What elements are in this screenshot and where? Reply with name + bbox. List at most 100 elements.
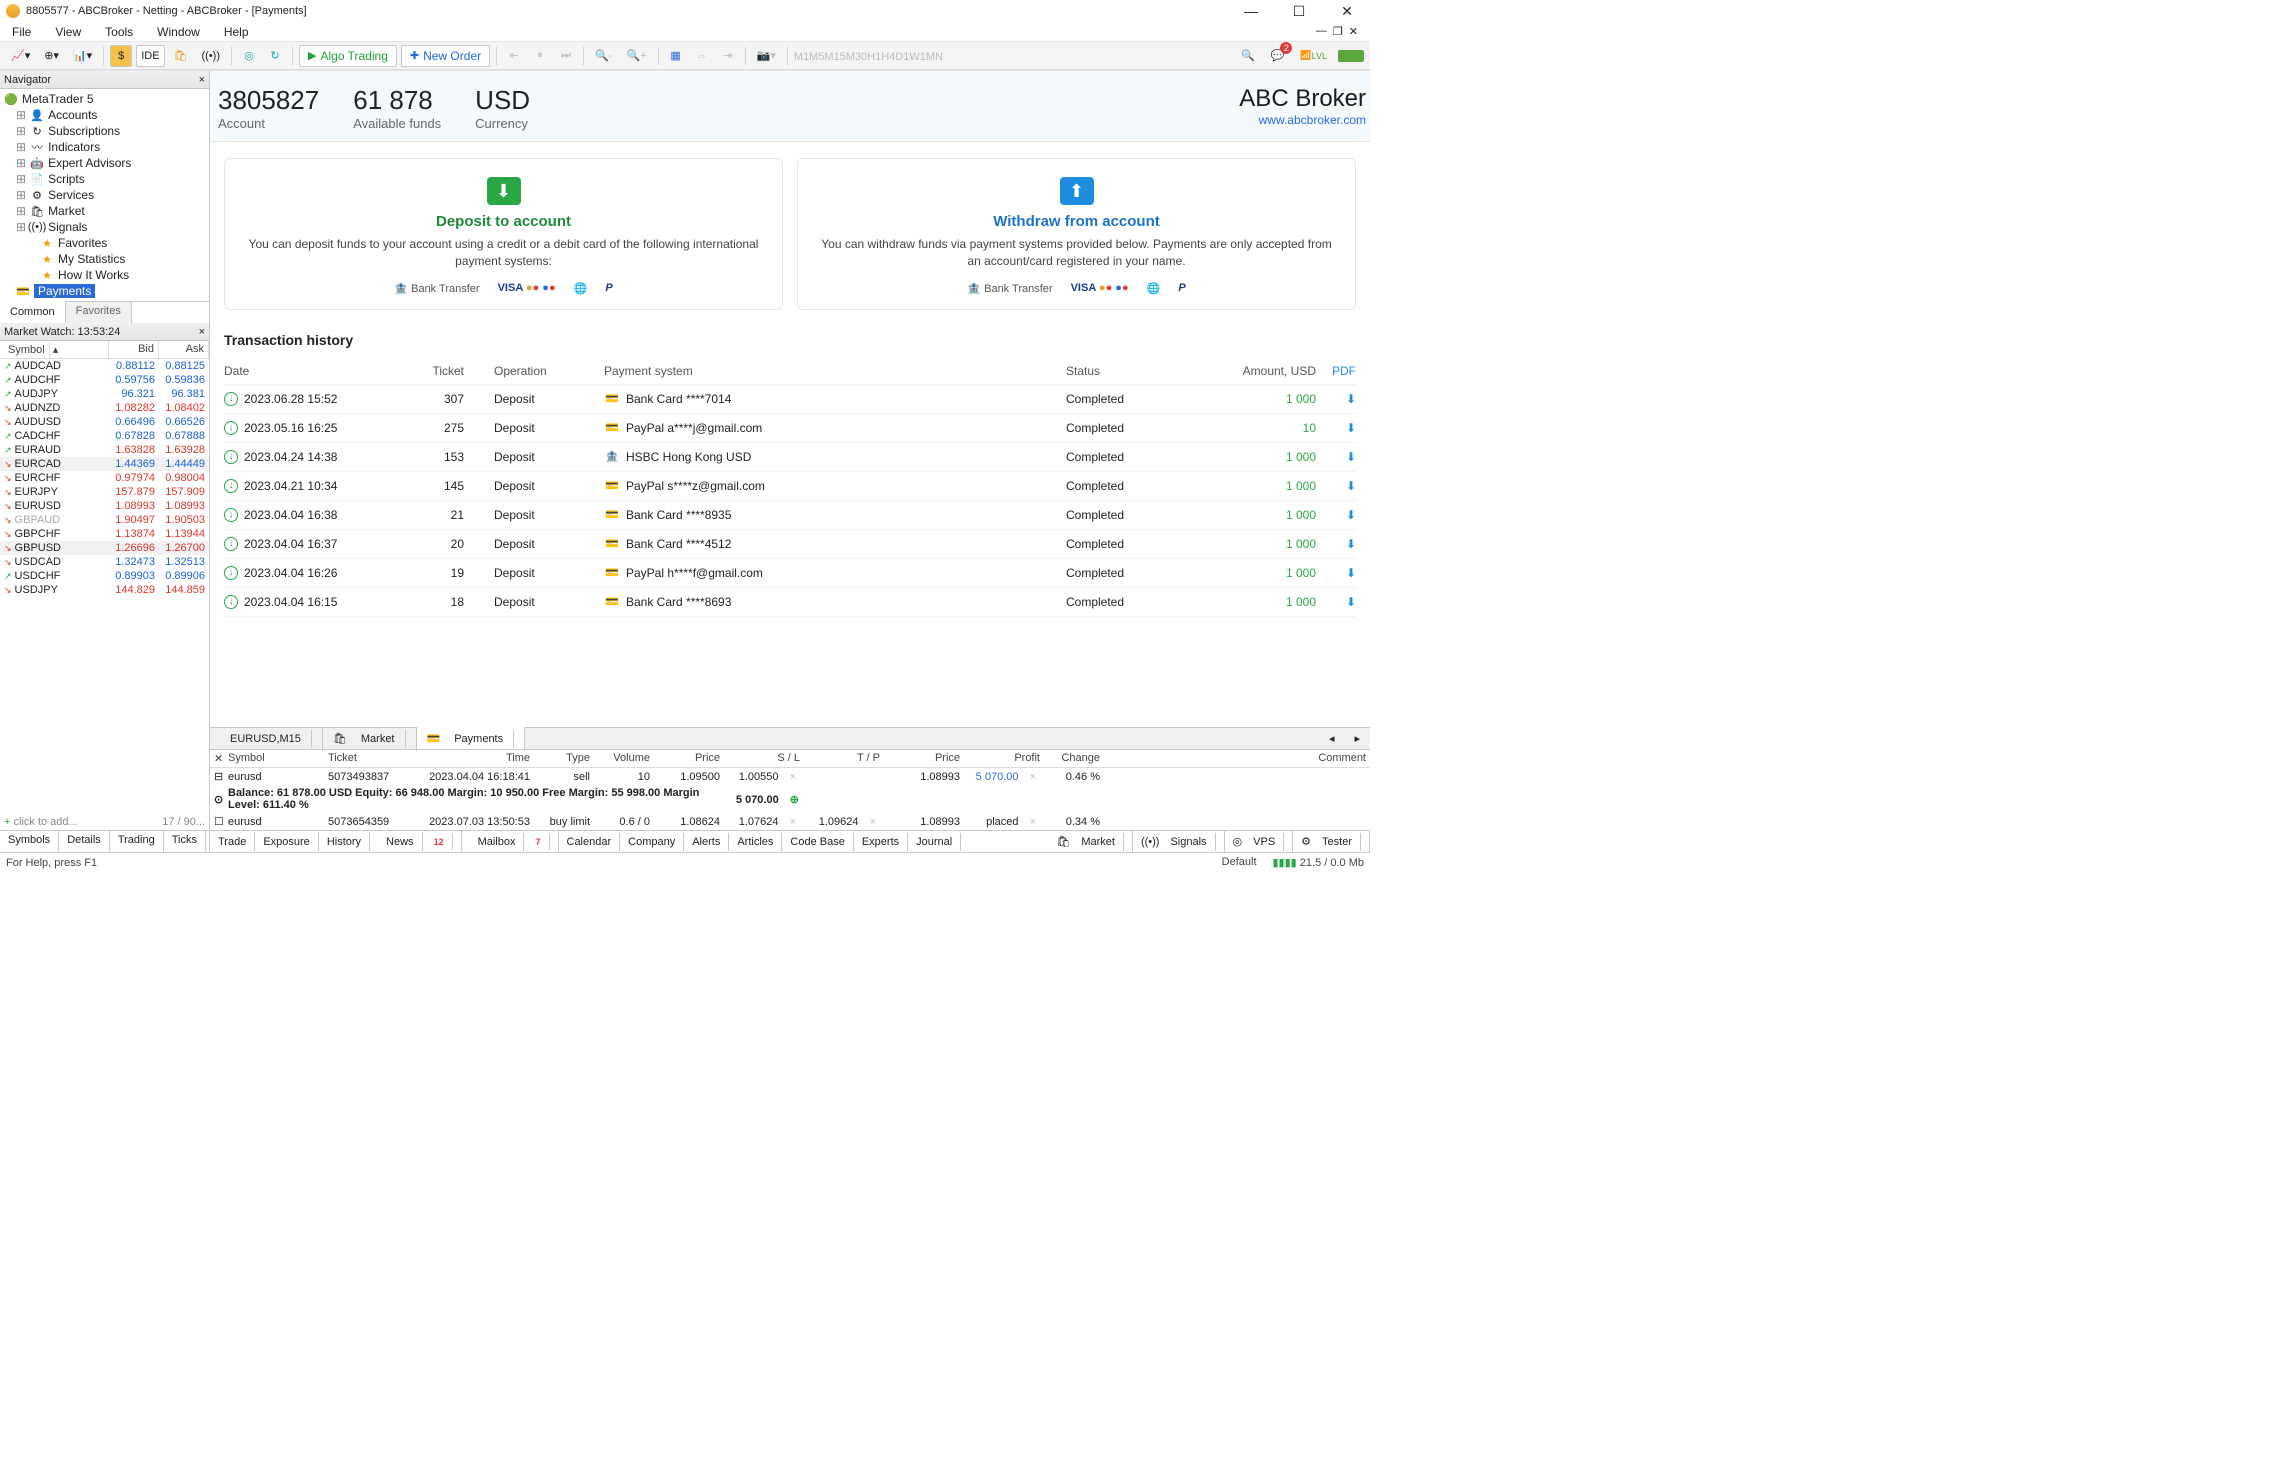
ide-button[interactable]: IDE: [136, 45, 164, 67]
shift-end-icon[interactable]: ⇥: [717, 45, 739, 67]
tab-experts[interactable]: Experts: [854, 833, 908, 851]
history-row[interactable]: ↓ 2023.04.21 10:34145Deposit💳 PayPal s**…: [224, 472, 1356, 501]
history-row[interactable]: ↓ 2023.04.04 16:3720Deposit💳 Bank Card *…: [224, 530, 1356, 559]
mw-row-USDCAD[interactable]: ↘ USDCAD1.324731.32513: [0, 555, 209, 569]
history-row[interactable]: ↓ 2023.04.04 16:3821Deposit💳 Bank Card *…: [224, 501, 1356, 530]
mw-row-EURCAD[interactable]: ↘ EURCAD1.443691.44449: [0, 457, 209, 471]
timeframe-M30[interactable]: M30: [846, 51, 867, 63]
history-row[interactable]: ↓ 2023.04.04 16:1518Deposit💳 Bank Card *…: [224, 588, 1356, 617]
tab-exposure[interactable]: Exposure: [255, 833, 318, 851]
add-symbol[interactable]: click to add...: [14, 816, 78, 828]
deposit-card[interactable]: ⬇ Deposit to account You can deposit fun…: [224, 158, 783, 310]
close-button[interactable]: ✕: [1330, 3, 1364, 20]
tab-signals-r[interactable]: ((•)) Signals: [1133, 830, 1225, 853]
timeframe-H1[interactable]: H1: [867, 51, 881, 63]
vps-icon[interactable]: ◎: [238, 45, 260, 67]
tab-eurusd-chart[interactable]: EURUSD,M15: [210, 727, 323, 751]
zoom-in-icon[interactable]: 🔍+: [621, 45, 651, 67]
mdi-close-icon[interactable]: ✕: [1349, 25, 1358, 38]
pause-icon[interactable]: ⏸: [529, 45, 551, 67]
tile-icon[interactable]: ▦: [665, 45, 687, 67]
tab-trade[interactable]: Trade: [210, 833, 255, 851]
tab-common[interactable]: Common: [0, 301, 66, 323]
timeframe-M1[interactable]: M1: [794, 51, 809, 63]
mw-row-AUDCHF[interactable]: ↗ AUDCHF0.597560.59836: [0, 373, 209, 387]
nav-expert-advisors[interactable]: ⊞ 🤖Expert Advisors: [0, 155, 209, 171]
nav-signals[interactable]: ⊞ ((•))Signals: [0, 219, 209, 235]
timeframe-H4[interactable]: H4: [881, 51, 895, 63]
tab-mailbox[interactable]: Mailbox 7: [462, 830, 559, 853]
nav-market[interactable]: ⊞ 🛍Market: [0, 203, 209, 219]
history-row[interactable]: ↓ 2023.05.16 16:25275Deposit💳 PayPal a**…: [224, 414, 1356, 443]
tab-ticks[interactable]: Ticks: [164, 831, 206, 852]
nav-signals-favorites[interactable]: ★Favorites: [0, 235, 209, 251]
status-profile[interactable]: Default: [1222, 856, 1257, 869]
nav-services[interactable]: ⊞ ⚙Services: [0, 187, 209, 203]
zoom-out-icon[interactable]: 🔍-: [590, 45, 617, 67]
tab-payments[interactable]: 💳 Payments: [417, 727, 526, 751]
bars-icon[interactable]: 📊▾: [68, 45, 97, 67]
tab-alerts[interactable]: Alerts: [684, 833, 729, 851]
tab-journal[interactable]: Journal: [908, 833, 961, 851]
notifications-icon[interactable]: 💬2: [1266, 45, 1290, 67]
tab-tester-r[interactable]: ⚙ Tester: [1293, 830, 1370, 853]
mw-row-GBPCHF[interactable]: ↘ GBPCHF1.138741.13944: [0, 527, 209, 541]
nav-signals-how-it-works[interactable]: ★How It Works: [0, 267, 209, 283]
menu-file[interactable]: File: [12, 25, 31, 39]
dollar-icon[interactable]: $: [110, 45, 132, 67]
history-row[interactable]: ↓ 2023.06.28 15:52307Deposit💳 Bank Card …: [224, 385, 1356, 414]
camera-icon[interactable]: 📷▾: [752, 45, 781, 67]
timeframe-D1[interactable]: D1: [895, 51, 909, 63]
mw-row-AUDUSD[interactable]: ↘ AUDUSD0.664960.66526: [0, 415, 209, 429]
tab-articles[interactable]: Articles: [729, 833, 782, 851]
maximize-button[interactable]: ☐: [1282, 3, 1316, 20]
nav-scripts[interactable]: ⊞ 📄Scripts: [0, 171, 209, 187]
mw-row-EURCHF[interactable]: ↘ EURCHF0.979740.98004: [0, 471, 209, 485]
mw-row-EURAUD[interactable]: ↗ EURAUD1.638281.63928: [0, 443, 209, 457]
tab-market-r[interactable]: 🛍 Market: [1048, 830, 1133, 853]
mw-row-AUDCAD[interactable]: ↗ AUDCAD0.881120.88125: [0, 359, 209, 373]
menu-view[interactable]: View: [55, 25, 81, 39]
menu-help[interactable]: Help: [224, 25, 249, 39]
signals-icon[interactable]: ((•)): [197, 45, 226, 67]
pdf-download-icon[interactable]: ⬇: [1316, 566, 1356, 580]
nav-accounts[interactable]: ⊞ 👤Accounts: [0, 107, 209, 123]
step-icon[interactable]: ⏭: [555, 45, 577, 67]
tab-symbols[interactable]: Symbols: [0, 831, 59, 852]
mdi-minimize-icon[interactable]: —: [1316, 25, 1327, 38]
tab-details[interactable]: Details: [59, 831, 110, 852]
timeframe-M15[interactable]: M15: [824, 51, 845, 63]
mdi-restore-icon[interactable]: ❐: [1333, 25, 1343, 38]
pdf-download-icon[interactable]: ⬇: [1316, 392, 1356, 406]
mw-row-GBPAUD[interactable]: ↘ GBPAUD1.904971.90503: [0, 513, 209, 527]
new-order-button[interactable]: ✚ New Order: [401, 45, 490, 67]
mw-row-USDJPY[interactable]: ↘ USDJPY144.829144.859: [0, 583, 209, 597]
mw-row-EURJPY[interactable]: ↘ EURJPY157.879157.909: [0, 485, 209, 499]
tab-scroll-right-icon[interactable]: ▸: [1344, 729, 1370, 748]
tab-scroll-left-icon[interactable]: ◂: [1319, 729, 1345, 748]
nav-root[interactable]: 🟢MetaTrader 5: [0, 91, 209, 107]
nav-payments[interactable]: 💳Payments: [0, 283, 209, 299]
position-row[interactable]: ⊟ eurusd 5073493837 2023.04.04 16:18:41 …: [210, 768, 1370, 785]
nav-subscriptions[interactable]: ⊞ ↻Subscriptions: [0, 123, 209, 139]
navigator-close-icon[interactable]: ×: [199, 74, 205, 86]
pdf-download-icon[interactable]: ⬇: [1316, 421, 1356, 435]
timeframe-M5[interactable]: M5: [809, 51, 824, 63]
algo-trading-button[interactable]: ▶ Algo Trading: [299, 45, 397, 67]
pdf-download-icon[interactable]: ⬇: [1316, 508, 1356, 522]
timeframe-W1[interactable]: W1: [909, 51, 926, 63]
tab-company[interactable]: Company: [620, 833, 684, 851]
order-row[interactable]: ☐ eurusd 5073654359 2023.07.03 13:50:53 …: [210, 813, 1370, 830]
tab-vps-r[interactable]: ◎ VPS: [1225, 830, 1294, 853]
chart-line-icon[interactable]: 📈▾: [6, 45, 35, 67]
mw-row-EURUSD[interactable]: ↘ EURUSD1.089931.08993: [0, 499, 209, 513]
pdf-download-icon[interactable]: ⬇: [1316, 479, 1356, 493]
nav-signals-my-statistics[interactable]: ★My Statistics: [0, 251, 209, 267]
tab-calendar[interactable]: Calendar: [559, 833, 621, 851]
menu-window[interactable]: Window: [157, 25, 200, 39]
pdf-download-icon[interactable]: ⬇: [1316, 450, 1356, 464]
broker-url[interactable]: www.abcbroker.com: [1239, 113, 1366, 127]
pdf-download-icon[interactable]: ⬇: [1316, 537, 1356, 551]
resize-icon[interactable]: ⇔: [691, 45, 713, 67]
shift-icon[interactable]: ⇤: [503, 45, 525, 67]
